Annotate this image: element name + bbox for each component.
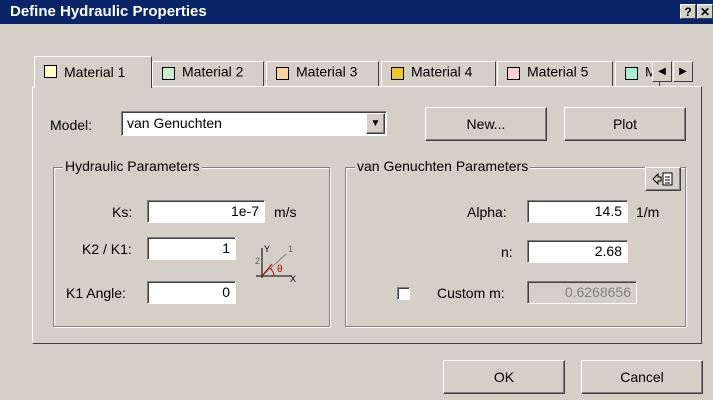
material-4-swatch — [391, 67, 404, 80]
title-bar: Define Hydraulic Properties ? ✕ — [0, 0, 713, 24]
ks-label: Ks: — [112, 204, 133, 220]
material-1-swatch — [44, 65, 57, 78]
material-6-swatch — [625, 67, 638, 80]
model-value: van Genuchten — [127, 115, 222, 131]
custom-m-input: 0.6268656 — [527, 281, 637, 304]
model-select[interactable]: van Genuchten ▼ — [121, 111, 387, 136]
n-input[interactable]: 2.68 — [527, 240, 628, 263]
k1-angle-input[interactable]: 0 — [147, 281, 236, 304]
chevron-down-icon: ▼ — [370, 118, 381, 129]
model-label: Model: — [50, 117, 93, 133]
tab-material-3[interactable]: Material 3 — [266, 61, 379, 87]
alpha-label: Alpha: — [467, 204, 507, 220]
new-button[interactable]: New... — [425, 107, 547, 141]
clipboard-icon — [652, 172, 673, 186]
custom-m-label: Custom m: — [437, 285, 505, 301]
van-genuchten-parameters-title: van Genuchten Parameters — [355, 158, 531, 174]
axis-1-label: 1 — [288, 244, 294, 254]
k2k1-label: K2 / K1: — [82, 241, 132, 257]
help-button[interactable]: ? — [680, 4, 696, 19]
anisotropy-axes-icon: Y 1 2 θ X — [252, 242, 300, 288]
axis-2-label: 2 — [255, 256, 261, 266]
material-2-swatch — [162, 67, 175, 80]
material-3-swatch — [276, 67, 289, 80]
close-button[interactable]: ✕ — [697, 4, 713, 19]
arrow-right-icon: ▶ — [679, 66, 687, 77]
tab-scroll-left-button[interactable]: ◀ — [652, 61, 672, 82]
axis-x-label: X — [290, 274, 297, 284]
tab-scroll-right-button[interactable]: ▶ — [673, 61, 693, 82]
model-dropdown-button[interactable]: ▼ — [366, 113, 385, 134]
ks-unit: m/s — [274, 204, 297, 220]
tab-label: Material 1 — [64, 64, 126, 80]
alpha-unit: 1/m — [636, 204, 660, 220]
material-5-swatch — [507, 67, 520, 80]
window-title: Define Hydraulic Properties — [10, 3, 207, 20]
tab-label: Material 5 — [527, 63, 589, 80]
n-label: n: — [501, 244, 513, 260]
tab-material-1[interactable]: Material 1 — [34, 56, 152, 88]
ks-input[interactable]: 1e-7 — [147, 200, 265, 223]
hydraulic-parameters-title: Hydraulic Parameters — [63, 158, 202, 174]
copy-parameters-button[interactable] — [645, 167, 681, 191]
plot-button[interactable]: Plot — [564, 107, 686, 141]
arrow-left-icon: ◀ — [658, 66, 666, 77]
tab-label: Material 4 — [411, 63, 473, 80]
axis-y-label: Y — [264, 244, 271, 254]
tab-material-5[interactable]: Material 5 — [497, 61, 613, 87]
custom-m-checkbox[interactable] — [397, 287, 410, 300]
tab-label: Material 3 — [296, 63, 358, 80]
axis-theta-label: θ — [277, 264, 283, 275]
alpha-input[interactable]: 14.5 — [527, 200, 628, 223]
tab-material-4[interactable]: Material 4 — [381, 61, 496, 87]
k1-angle-label: K1 Angle: — [66, 285, 126, 301]
tab-material-2[interactable]: Material 2 — [152, 61, 264, 87]
tab-label: Material 2 — [182, 63, 244, 80]
cancel-button[interactable]: Cancel — [581, 360, 703, 394]
k2k1-input[interactable]: 1 — [147, 237, 236, 260]
ok-button[interactable]: OK — [443, 360, 565, 394]
